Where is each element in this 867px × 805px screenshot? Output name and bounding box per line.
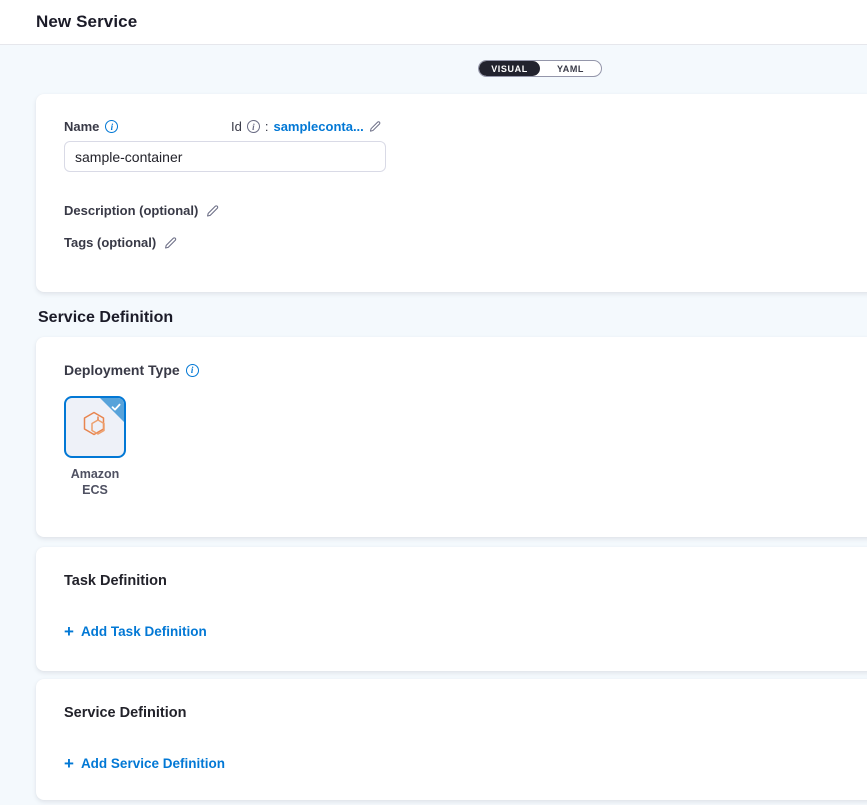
amazon-ecs-caption: Amazon ECS — [64, 466, 126, 498]
tags-label: Tags (optional) — [64, 235, 156, 250]
id-label: Id — [231, 119, 242, 134]
deployment-type-info-icon[interactable]: i — [186, 364, 199, 377]
id-separator: : — [265, 119, 269, 134]
description-row: Description (optional) — [64, 203, 220, 218]
checkmark-icon — [110, 400, 122, 418]
deployment-type-card: Deployment Type i Amazon ECS — [36, 337, 867, 537]
name-label: Name — [64, 119, 99, 134]
id-value[interactable]: sampleconta... — [273, 119, 363, 134]
amazon-ecs-caption-line1: Amazon — [64, 466, 126, 482]
page-header: New Service — [0, 0, 867, 45]
add-task-definition-label: Add Task Definition — [81, 624, 207, 639]
service-name-input[interactable] — [64, 141, 386, 172]
tags-row: Tags (optional) — [64, 235, 178, 250]
tab-visual[interactable]: VISUAL — [479, 61, 540, 76]
name-label-row: Name i — [64, 119, 118, 134]
service-definition-card: Service Definition + Add Service Definit… — [36, 679, 867, 800]
add-service-definition-label: Add Service Definition — [81, 756, 225, 771]
plus-icon: + — [64, 757, 74, 771]
service-about-card: Name i Id i : sampleconta... Description… — [36, 94, 867, 292]
plus-icon: + — [64, 625, 74, 639]
edit-tags-icon[interactable] — [164, 236, 178, 250]
new-service-page: New Service VISUAL YAML Name i Id i : sa… — [0, 0, 867, 805]
deployment-type-label: Deployment Type — [64, 362, 180, 378]
tab-yaml[interactable]: YAML — [540, 61, 601, 76]
task-definition-card: Task Definition + Add Task Definition — [36, 547, 867, 671]
deployment-type-amazon-ecs-tile[interactable] — [64, 396, 126, 458]
service-definition-section-heading: Service Definition — [38, 309, 173, 327]
edit-description-icon[interactable] — [206, 204, 220, 218]
deployment-type-label-row: Deployment Type i — [64, 362, 199, 378]
name-info-icon[interactable]: i — [105, 120, 118, 133]
task-definition-heading: Task Definition — [64, 573, 167, 589]
id-info-icon[interactable]: i — [247, 120, 260, 133]
add-task-definition-button[interactable]: + Add Task Definition — [64, 624, 207, 639]
edit-id-icon[interactable] — [369, 120, 382, 133]
service-definition-heading: Service Definition — [64, 705, 186, 721]
amazon-ecs-caption-line2: ECS — [64, 482, 126, 498]
visual-yaml-toggle[interactable]: VISUAL YAML — [478, 60, 602, 77]
page-title: New Service — [36, 12, 137, 32]
id-row: Id i : sampleconta... — [231, 119, 382, 134]
add-service-definition-button[interactable]: + Add Service Definition — [64, 756, 225, 771]
description-label: Description (optional) — [64, 203, 198, 218]
